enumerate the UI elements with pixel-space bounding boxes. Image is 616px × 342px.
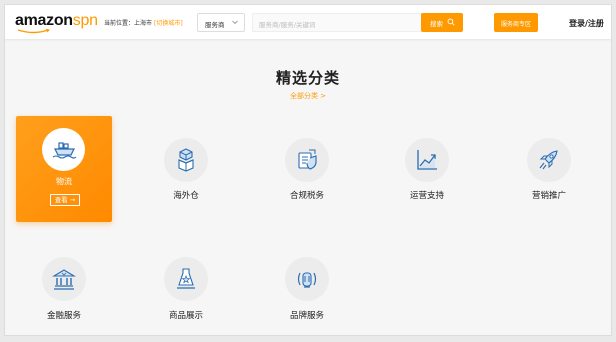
category-card-compliance-tax[interactable]: 合规税务 (259, 116, 355, 222)
category-icon-circle (527, 138, 571, 182)
switch-city-link[interactable]: [切换城市] (154, 20, 183, 27)
category-icon-circle (42, 128, 85, 171)
boxes-icon (178, 148, 194, 172)
page-frame: amazonspn 当前位置：上海市 [切换城市] 服务商 服务商/服务/关键词 … (4, 4, 612, 336)
search-input[interactable]: 服务商/服务/关键词 (252, 13, 422, 32)
brand-icon (297, 272, 317, 288)
product-display-icon (177, 268, 195, 289)
category-label: 海外仓 (173, 191, 199, 201)
category-icon-circle (285, 138, 329, 182)
amazon-spn-logo[interactable]: amazonspn (15, 12, 98, 34)
login-register-link[interactable]: 登录/注册 (569, 18, 604, 29)
chevron-down-icon (232, 20, 238, 25)
category-icon-circle (164, 257, 208, 301)
service-type-select[interactable]: 服务商 (197, 13, 245, 32)
top-header: amazonspn 当前位置：上海市 [切换城市] 服务商 服务商/服务/关键词 … (5, 5, 611, 39)
category-label: 运营支持 (409, 191, 444, 201)
category-label: 营销推广 (531, 191, 566, 201)
search-icon (447, 18, 455, 26)
category-card-logistics[interactable]: 物流 查看 → (16, 116, 112, 222)
category-card-product-display[interactable]: 商品展示 (138, 237, 234, 335)
logo-smile-icon (17, 29, 50, 34)
page-title: 精选分类 (275, 69, 340, 87)
category-card-overseas-warehouse[interactable]: 海外仓 (138, 116, 234, 222)
category-icon-circle (405, 138, 449, 182)
trend-chart-icon (417, 150, 437, 170)
rocket-icon (539, 150, 558, 170)
category-card-brand-services[interactable]: 品牌服务 (259, 237, 355, 335)
bank-icon (52, 269, 76, 290)
location-label: 当前位置：上海市 (104, 20, 153, 27)
service-zone-button[interactable]: 服务商专区 (494, 13, 538, 32)
category-card-financial-services[interactable]: 金融服务 (16, 237, 112, 335)
logo-text-bold: amazon (15, 12, 73, 29)
search-button[interactable]: 搜索 (421, 13, 463, 32)
category-icon-circle (42, 257, 86, 301)
category-label: 品牌服务 (289, 311, 324, 321)
view-button[interactable]: 查看 → (50, 194, 80, 206)
all-categories-link[interactable]: 全部分类 > (5, 91, 611, 101)
service-select-value: 服务商 (205, 21, 225, 29)
category-card-operations-support[interactable]: 运营支持 (379, 116, 475, 222)
category-label: 金融服务 (46, 311, 81, 321)
category-label: 商品展示 (168, 311, 203, 321)
tax-shield-icon (298, 149, 317, 170)
logo-text-light: spn (72, 12, 98, 29)
category-label: 合规税务 (289, 191, 324, 201)
category-card-marketing[interactable]: 营销推广 (501, 116, 597, 222)
category-label: 物流 (56, 177, 72, 186)
ship-icon (52, 142, 77, 159)
current-location: 当前位置：上海市 [切换城市] (104, 18, 183, 27)
category-icon-circle (285, 257, 329, 301)
search-button-label: 搜索 (430, 20, 443, 28)
category-icon-circle (164, 138, 208, 182)
